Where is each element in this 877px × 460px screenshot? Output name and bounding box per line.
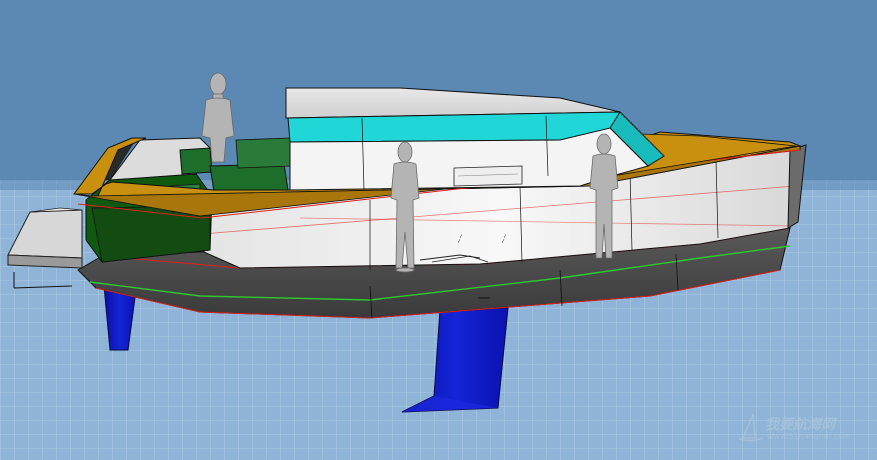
watermark-title: 我要航海网 (765, 417, 835, 433)
watermark: 我要航海网 www.51hanghai.com (737, 410, 857, 446)
sail-logo-icon (738, 413, 764, 442)
model-viewport[interactable]: ~~ ~~ 我要航海网 www.51hanghai.com (0, 0, 877, 460)
boat-3d-scene: ~~ ~~ (0, 72, 877, 460)
watermark-url: www.51hanghai.com (767, 432, 851, 441)
